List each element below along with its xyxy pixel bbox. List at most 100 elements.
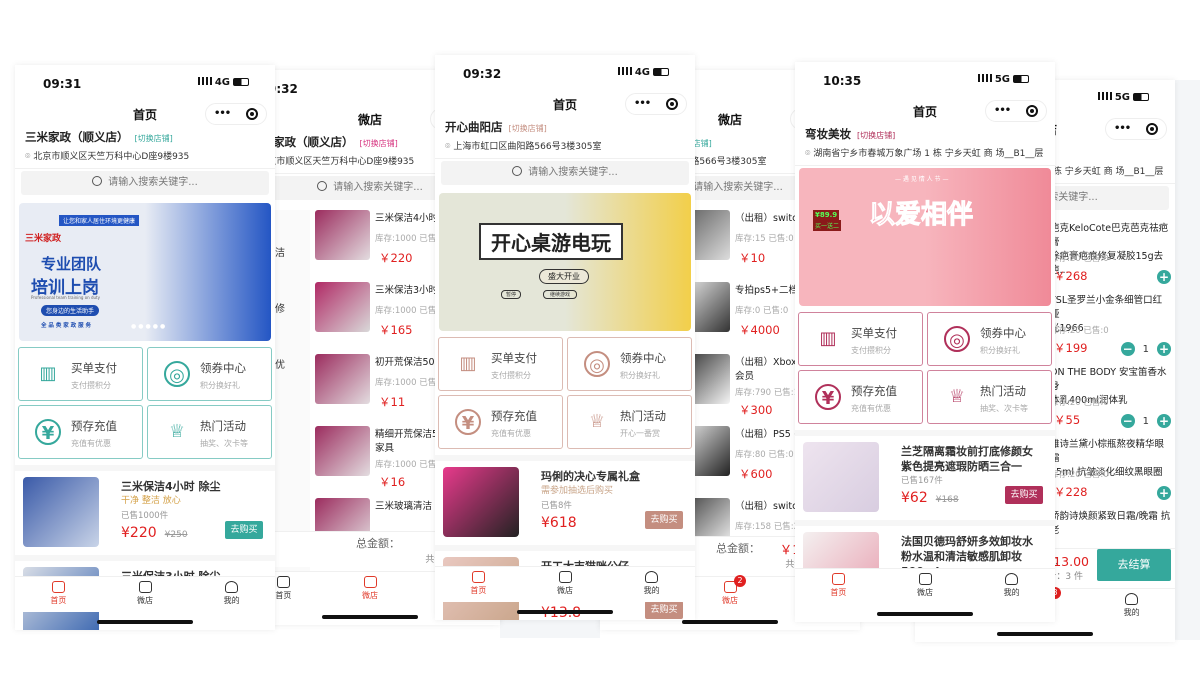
- minus-icon[interactable]: −: [1120, 414, 1135, 428]
- user-icon: [1005, 573, 1019, 585]
- product-original-price: ¥250: [164, 530, 188, 540]
- quick-action-yuan-plus[interactable]: ¥ 预存充值 充值有优惠: [18, 405, 143, 459]
- banner-text: — 遇 见 情 人 节 —: [895, 176, 949, 183]
- close-target-icon[interactable]: [666, 98, 678, 110]
- quick-action-barcode[interactable]: ▥ 买单支付 支付攒积分: [438, 337, 563, 391]
- product-image[interactable]: [443, 467, 519, 537]
- address-text: 北京市顺义区天竺万科中心D座9楼935: [258, 157, 415, 167]
- tab-label: 我的: [223, 596, 240, 605]
- home-icon: [276, 576, 290, 588]
- product-card[interactable]: 三米保洁4小时 除尘 干净 整洁 放心 已售1000件 ¥220 ¥250 去购买: [15, 465, 275, 549]
- product-image[interactable]: [23, 477, 99, 547]
- product-image[interactable]: [315, 426, 370, 476]
- quick-action-yuan-plus[interactable]: ¥ 预存充值 充值有优惠: [438, 395, 563, 449]
- more-icon[interactable]: •••: [214, 104, 231, 124]
- product-stock: 库存:80 已售:0: [735, 450, 794, 460]
- quick-action-crown[interactable]: ♕ 热门活动 开心一番赏: [567, 395, 692, 449]
- more-icon[interactable]: •••: [1114, 119, 1131, 139]
- tab-shop-bag[interactable]: 微店: [327, 572, 414, 607]
- quantity-stepper[interactable]: +: [1157, 270, 1171, 284]
- mini-program-capsule[interactable]: •••: [625, 93, 687, 115]
- shop-bag-icon: [558, 571, 572, 583]
- plus-icon[interactable]: +: [1157, 486, 1171, 500]
- banner-text: ¥89.9: [813, 210, 840, 220]
- tab-user[interactable]: 我的: [608, 567, 695, 602]
- quick-action-subtitle: 充值有优惠: [491, 429, 531, 438]
- switch-store-link[interactable]: [切换店铺]: [360, 139, 398, 148]
- quick-action-title: 预存充值: [71, 419, 117, 433]
- quantity-stepper[interactable]: −1 +: [1120, 414, 1171, 428]
- tab-shop-bag[interactable]: 微店: [102, 577, 189, 612]
- more-icon[interactable]: •••: [994, 101, 1011, 121]
- product-image[interactable]: [803, 442, 879, 512]
- mini-program-capsule[interactable]: •••: [985, 100, 1047, 122]
- product-image[interactable]: [315, 210, 370, 260]
- product-price: ￥16: [379, 475, 406, 489]
- battery-icon: [1013, 75, 1029, 83]
- search-input[interactable]: 请输入搜索关键字...: [441, 161, 689, 185]
- close-target-icon[interactable]: [1026, 105, 1038, 117]
- quick-action-coupon[interactable]: ◎ 领券中心 积分换好礼: [147, 347, 272, 401]
- address-text: 北京市顺义区天竺万科中心D座9楼935: [33, 152, 190, 162]
- switch-store-link[interactable]: [切换店铺]: [509, 124, 547, 133]
- buy-button[interactable]: 去购买: [645, 601, 683, 619]
- buy-button[interactable]: 去购买: [1005, 486, 1043, 504]
- quick-action-title: 热门活动: [200, 419, 246, 433]
- promo-banner[interactable]: — 遇 见 情 人 节 — 以爱相伴 ¥89.9 买一送二: [799, 168, 1051, 306]
- quick-action-title: 领券中心: [980, 326, 1026, 340]
- close-target-icon[interactable]: [246, 108, 258, 120]
- mini-program-capsule[interactable]: •••: [205, 103, 267, 125]
- checkout-button[interactable]: 去结算: [1097, 549, 1171, 581]
- quick-action-barcode[interactable]: ▥ 买单支付 支付攒积分: [798, 312, 923, 366]
- nav-bar: 首页 •••: [795, 98, 1055, 126]
- banner-text: 盛大开业: [539, 269, 589, 284]
- tab-shop-bag[interactable]: 微店: [522, 567, 609, 602]
- location-pin-icon: ⌾: [445, 142, 451, 152]
- product-original-price: ¥168: [935, 495, 959, 505]
- quantity-stepper[interactable]: −1 +: [1120, 342, 1171, 356]
- promo-banner[interactable]: 让您和家人居住环境更健康 三米家政 专业团队 培训上岗 Professional tea…: [19, 203, 271, 341]
- tab-shop-bag[interactable]: 微店: [882, 569, 969, 604]
- promo-banner[interactable]: 开心桌游电玩 盛大开业 暂停 继续游戏: [439, 193, 691, 331]
- tab-user[interactable]: 我的: [188, 577, 275, 612]
- plus-icon[interactable]: +: [1157, 342, 1171, 356]
- quick-action-crown[interactable]: ♕ 热门活动 抽奖、次卡等: [147, 405, 272, 459]
- tab-home[interactable]: 首页: [15, 577, 102, 612]
- carousel-dots[interactable]: ●●●●●: [131, 323, 167, 330]
- quick-action-coupon[interactable]: ◎ 领券中心 积分换好礼: [567, 337, 692, 391]
- product-price: ¥62: [901, 490, 928, 506]
- home-indicator: [322, 615, 418, 619]
- close-target-icon[interactable]: [1146, 123, 1158, 135]
- quick-action-coupon[interactable]: ◎ 领券中心 积分换好礼: [927, 312, 1052, 366]
- buy-button[interactable]: 去购买: [225, 521, 263, 539]
- product-image[interactable]: [315, 282, 370, 332]
- product-info: 兰芝隔离霜妆前打底修颜女紫色提亮遮瑕防晒三合一 已售167件: [901, 444, 1041, 489]
- user-icon: [1125, 593, 1139, 605]
- barcode-icon: ▥: [39, 363, 57, 384]
- switch-store-link[interactable]: [切换店铺]: [857, 131, 895, 140]
- quick-action-subtitle: 积分换好礼: [620, 371, 660, 380]
- buy-button[interactable]: 去购买: [645, 511, 683, 529]
- minus-icon[interactable]: −: [1120, 342, 1135, 356]
- tab-home[interactable]: 首页: [435, 567, 522, 602]
- quick-action-barcode[interactable]: ▥ 买单支付 支付攒积分: [18, 347, 143, 401]
- quantity-stepper[interactable]: +: [1157, 486, 1171, 500]
- tab-user[interactable]: 我的: [1088, 589, 1175, 624]
- quick-action-yuan-plus[interactable]: ¥ 预存充值 充值有优惠: [798, 370, 923, 424]
- search-input[interactable]: 请输入搜索关键字...: [21, 171, 269, 195]
- more-icon[interactable]: •••: [634, 94, 651, 114]
- plus-icon[interactable]: +: [1157, 270, 1171, 284]
- product-card[interactable]: 玛俐的决心专属礼盒 需参加抽选后购买 已售8件 ¥618 去购买: [435, 455, 695, 539]
- product-price: ￥220: [379, 251, 413, 265]
- product-image[interactable]: [315, 354, 370, 404]
- home-indicator: [877, 612, 973, 616]
- mini-program-capsule[interactable]: •••: [1105, 118, 1167, 140]
- network-type: 5G: [1114, 92, 1130, 103]
- plus-icon[interactable]: +: [1157, 414, 1171, 428]
- tab-home[interactable]: 首页: [795, 569, 882, 604]
- quick-action-crown[interactable]: ♕ 热门活动 抽奖、次卡等: [927, 370, 1052, 424]
- tab-shop-bag[interactable]: 微店 2: [687, 575, 774, 612]
- product-card[interactable]: 兰芝隔离霜妆前打底修颜女紫色提亮遮瑕防晒三合一 已售167件 ¥62 ¥168 去购买: [795, 430, 1055, 514]
- switch-store-link[interactable]: [切换店铺]: [135, 134, 173, 143]
- tab-user[interactable]: 我的: [968, 569, 1055, 604]
